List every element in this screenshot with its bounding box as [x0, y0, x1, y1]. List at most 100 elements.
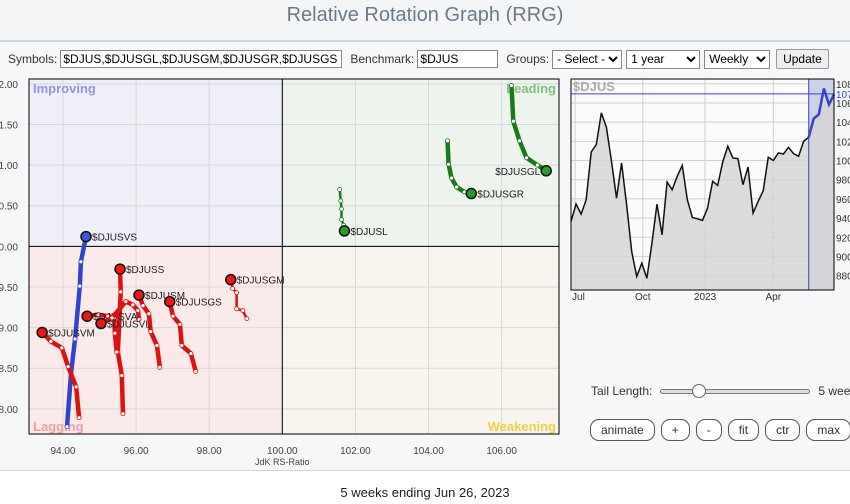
tail-point — [338, 198, 344, 204]
tail-point — [77, 283, 83, 289]
zoom-out-button[interactable]: - — [695, 419, 722, 441]
tail-point — [524, 155, 529, 161]
tail-length-label: Tail Length: — [591, 384, 653, 398]
head-point — [36, 326, 48, 339]
tail-point — [449, 175, 454, 181]
tail-point — [114, 349, 120, 355]
price-y-tick-label: 960 — [836, 195, 850, 206]
tail-point — [177, 321, 183, 327]
tail-point — [244, 316, 250, 322]
symbol-label: $DJUSGS — [176, 298, 222, 309]
tail-point — [339, 206, 344, 212]
tail-point — [48, 338, 54, 344]
tail-point — [146, 311, 152, 317]
tail-point — [446, 161, 452, 167]
price-x-tick-label: Apr — [766, 292, 782, 303]
head-point — [465, 187, 478, 200]
price-y-tick-label: 1000 — [836, 157, 850, 168]
head-point — [540, 165, 552, 177]
head-point — [133, 289, 145, 301]
tail-point — [76, 415, 82, 421]
price-chart: JulOct2023Apr108010601040102010009809609… — [570, 78, 850, 303]
footer-caption: 5 weeks ending Jun 26, 2023 — [340, 485, 510, 500]
x-tick-label: 96.00 — [124, 446, 149, 457]
symbol-label: $DJUSS — [126, 265, 165, 276]
x-tick-label: 104.00 — [413, 446, 444, 457]
x-tick-label: 100.00 — [267, 446, 298, 457]
quadrant-label-improving: Improving — [33, 81, 96, 96]
tail-point — [135, 308, 141, 313]
y-tick-label: 99.50 — [0, 283, 18, 294]
price-chart-title: $DJUS — [573, 79, 615, 94]
tail-point — [240, 308, 246, 313]
head-point — [225, 273, 237, 286]
x-axis-title: JdK RS-Ratio — [255, 457, 310, 467]
tail-point — [119, 373, 125, 378]
head-point — [338, 225, 351, 237]
tail-point — [337, 187, 343, 192]
tail-point — [234, 290, 240, 296]
fit-button[interactable]: fit — [727, 419, 760, 441]
tail-point — [509, 83, 514, 88]
price-x-tick-label: 2023 — [694, 292, 717, 303]
tail-point — [130, 302, 136, 308]
charts: 94.00 96.00 98.00 100.00 102.00 104.00 106.00 1… — [0, 78, 850, 467]
x-tick-label: 94.00 — [50, 446, 75, 457]
rrg-chart[interactable]: 94.00 96.00 98.00 100.00 102.00 104.00 106.00 1… — [0, 78, 560, 467]
y-tick-label: 101.00 — [0, 161, 18, 172]
tail-point — [188, 351, 194, 356]
y-tick-label: 100.50 — [0, 202, 18, 213]
symbol-label: $DJUSGR — [477, 190, 524, 201]
leading-quadrant — [282, 79, 559, 247]
price-y-tick-label: 940 — [836, 214, 850, 225]
y-tick-label: 99.00 — [0, 324, 18, 335]
tail-point — [78, 259, 84, 265]
price-y-tick-label: 1040 — [836, 118, 850, 129]
tail-length-slider[interactable] — [660, 384, 811, 398]
tail-point — [339, 217, 344, 222]
tail-point — [154, 343, 160, 348]
head-point — [114, 263, 126, 275]
improving-quadrant — [29, 79, 283, 247]
tail-point — [157, 364, 163, 370]
tail-length-value: 5 weeks — [818, 384, 850, 398]
x-tick-label: 102.00 — [340, 446, 371, 457]
tail-point — [445, 138, 450, 144]
animate-button[interactable]: animate — [590, 419, 655, 441]
chart-buttons: animate + - fit ctr max — [590, 419, 850, 441]
tail-point — [123, 299, 129, 304]
tail-point — [234, 306, 240, 312]
price-x-tick-label: Oct — [635, 292, 651, 303]
tail-point — [73, 384, 79, 390]
symbol-label: $DJUSVL — [107, 320, 151, 331]
current-value-label: 1070 — [836, 90, 850, 101]
center-button[interactable]: ctr — [765, 419, 801, 441]
tail-point — [64, 424, 70, 430]
tail-point — [112, 330, 118, 336]
price-y-tick-label: 1020 — [836, 137, 850, 148]
tail-point — [140, 303, 146, 309]
slider-track — [660, 389, 811, 394]
symbol-label: $DJUSGL — [495, 167, 540, 178]
symbol-label: $DJUSGM — [237, 276, 285, 287]
zoom-in-button[interactable]: + — [660, 419, 690, 441]
symbol-label: $DJUSL — [350, 227, 388, 238]
symbol-label: $DJUSVS — [92, 233, 137, 244]
tail-point — [65, 364, 71, 369]
max-button[interactable]: max — [806, 419, 850, 441]
y-tick-label: 102.00 — [0, 80, 18, 91]
symbol-label: $DJUSVM — [48, 328, 95, 339]
slider-thumb[interactable] — [691, 384, 706, 398]
quadrant-label-lagging: Lagging — [33, 419, 84, 434]
price-y-tick-label: 880 — [836, 272, 850, 283]
price-y-tick-label: 920 — [836, 233, 850, 244]
price-y-tick-label: 980 — [836, 176, 850, 187]
price-x-tick-label: Jul — [572, 292, 585, 303]
tail-point — [120, 411, 126, 417]
y-tick-label: 98.00 — [0, 405, 18, 416]
tail-point — [170, 313, 176, 319]
price-y-tick-label: 900 — [836, 252, 850, 263]
tail-point — [454, 184, 460, 190]
tail-length-control: Tail Length: 5 weeks — [591, 384, 850, 398]
x-tick-label: 98.00 — [197, 446, 222, 457]
